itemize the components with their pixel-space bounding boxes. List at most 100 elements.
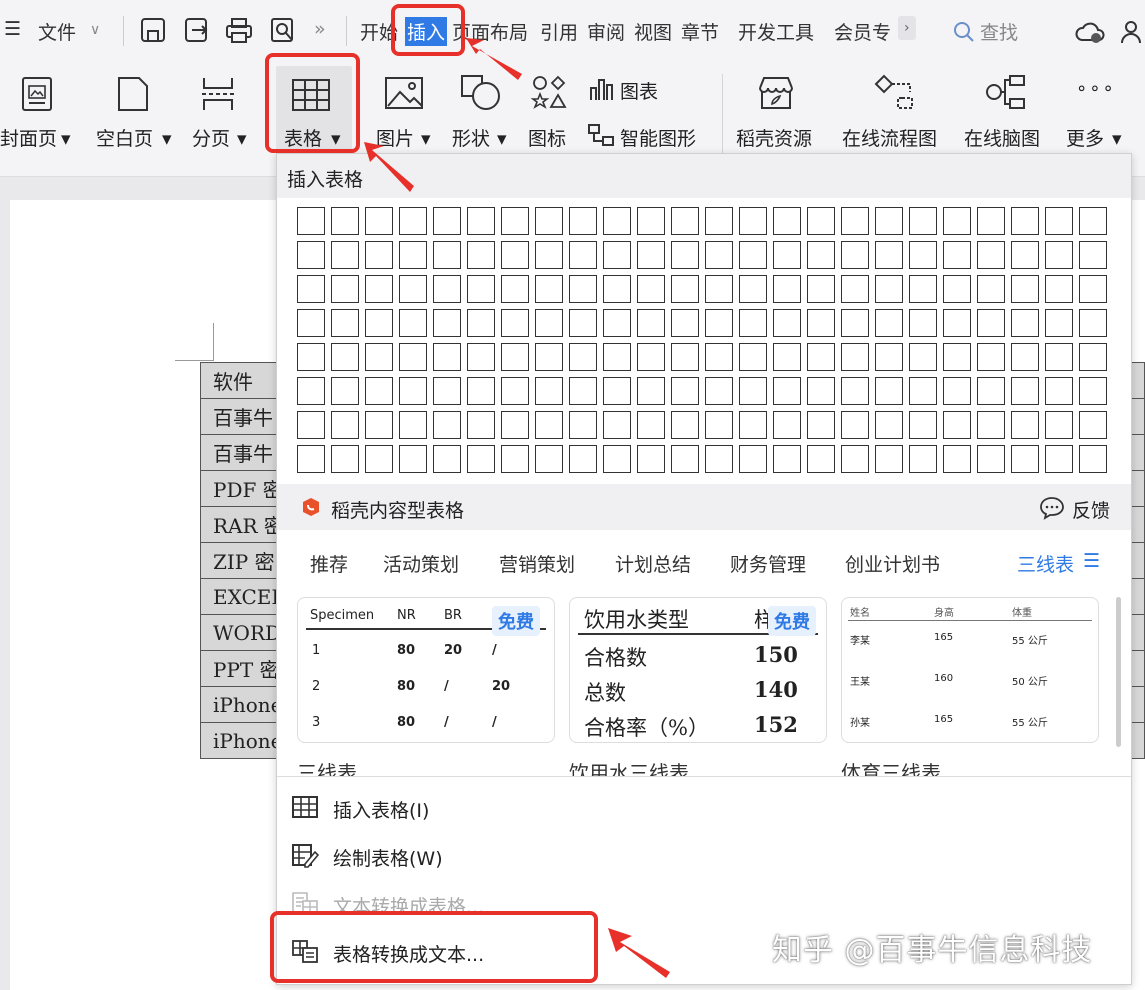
grid-cell[interactable] — [399, 411, 427, 439]
grid-cell[interactable] — [501, 275, 529, 303]
grid-cell[interactable] — [535, 275, 563, 303]
grid-cell[interactable] — [773, 445, 801, 473]
chart-button[interactable]: 图表 — [586, 74, 666, 114]
grid-cell[interactable] — [909, 309, 937, 337]
draw-table-menu-item[interactable]: 绘制表格(W) — [277, 832, 1131, 878]
cover-page-button[interactable]: 封面页 ▾ — [0, 64, 71, 164]
blank-page-button[interactable]: 空白页 ▾ — [94, 64, 174, 164]
grid-cell[interactable] — [535, 445, 563, 473]
tab-business-plan[interactable]: 创业计划书 — [845, 550, 940, 577]
shape-button[interactable]: 形状 ▾ — [450, 64, 512, 164]
grid-cell[interactable] — [705, 309, 733, 337]
grid-cell[interactable] — [773, 207, 801, 235]
grid-cell[interactable] — [297, 309, 325, 337]
grid-cell[interactable] — [501, 343, 529, 371]
grid-cell[interactable] — [773, 343, 801, 371]
grid-cell[interactable] — [1079, 241, 1107, 269]
grid-cell[interactable] — [535, 241, 563, 269]
chevron-right-icon[interactable]: › — [898, 16, 916, 40]
grid-cell[interactable] — [535, 207, 563, 235]
grid-cell[interactable] — [671, 445, 699, 473]
grid-cell[interactable] — [467, 309, 495, 337]
grid-cell[interactable] — [841, 445, 869, 473]
grid-cell[interactable] — [943, 241, 971, 269]
grid-cell[interactable] — [637, 275, 665, 303]
grid-cell[interactable] — [841, 377, 869, 405]
user-share-icon[interactable] — [1120, 18, 1145, 46]
grid-cell[interactable] — [841, 309, 869, 337]
grid-cell[interactable] — [569, 309, 597, 337]
grid-cell[interactable] — [977, 445, 1005, 473]
grid-cell[interactable] — [467, 275, 495, 303]
grid-cell[interactable] — [671, 241, 699, 269]
grid-cell[interactable] — [943, 207, 971, 235]
grid-cell[interactable] — [331, 241, 359, 269]
grid-cell[interactable] — [909, 343, 937, 371]
grid-cell[interactable] — [331, 377, 359, 405]
daoke-resources-button[interactable]: 稻壳资源 — [734, 64, 820, 164]
grid-cell[interactable] — [569, 343, 597, 371]
grid-cell[interactable] — [671, 275, 699, 303]
grid-cell[interactable] — [705, 411, 733, 439]
grid-cell[interactable] — [637, 309, 665, 337]
print-icon[interactable] — [224, 14, 254, 46]
grid-cell[interactable] — [535, 343, 563, 371]
grid-cell[interactable] — [1011, 377, 1039, 405]
grid-cell[interactable] — [773, 377, 801, 405]
grid-cell[interactable] — [399, 343, 427, 371]
tab-three-line[interactable]: 三线表 — [1017, 550, 1074, 577]
grid-cell[interactable] — [807, 309, 835, 337]
grid-cell[interactable] — [943, 411, 971, 439]
grid-cell[interactable] — [365, 207, 393, 235]
grid-cell[interactable] — [807, 207, 835, 235]
grid-cell[interactable] — [739, 411, 767, 439]
grid-cell[interactable] — [1079, 309, 1107, 337]
grid-cell[interactable] — [1011, 411, 1039, 439]
tab-member[interactable]: 会员专 — [834, 18, 891, 45]
grid-cell[interactable] — [875, 377, 903, 405]
grid-cell[interactable] — [739, 343, 767, 371]
grid-cell[interactable] — [739, 309, 767, 337]
template-card-specimen[interactable]: Specimen NR BR 免费 1 80 20 / 2 80 / 20 3 80 / / — [297, 597, 555, 743]
grid-cell[interactable] — [841, 411, 869, 439]
grid-cell[interactable] — [603, 411, 631, 439]
insert-table-menu-item[interactable]: 插入表格(I) — [277, 784, 1131, 830]
grid-cell[interactable] — [739, 207, 767, 235]
grid-cell[interactable] — [399, 445, 427, 473]
grid-cell[interactable] — [943, 275, 971, 303]
grid-cell[interactable] — [569, 207, 597, 235]
grid-cell[interactable] — [1079, 445, 1107, 473]
grid-cell[interactable] — [875, 343, 903, 371]
grid-cell[interactable] — [705, 241, 733, 269]
grid-cell[interactable] — [739, 241, 767, 269]
grid-cell[interactable] — [1045, 445, 1073, 473]
tab-finance[interactable]: 财务管理 — [730, 550, 806, 577]
grid-cell[interactable] — [977, 411, 1005, 439]
grid-cell[interactable] — [331, 343, 359, 371]
grid-cell[interactable] — [331, 275, 359, 303]
grid-cell[interactable] — [501, 377, 529, 405]
grid-cell[interactable] — [433, 275, 461, 303]
grid-cell[interactable] — [297, 377, 325, 405]
grid-cell[interactable] — [841, 343, 869, 371]
grid-cell[interactable] — [467, 207, 495, 235]
grid-cell[interactable] — [977, 207, 1005, 235]
grid-cell[interactable] — [297, 275, 325, 303]
grid-cell[interactable] — [671, 377, 699, 405]
grid-cell[interactable] — [501, 309, 529, 337]
grid-cell[interactable] — [977, 343, 1005, 371]
grid-cell[interactable] — [1045, 377, 1073, 405]
grid-cell[interactable] — [399, 207, 427, 235]
grid-cell[interactable] — [739, 445, 767, 473]
grid-cell[interactable] — [365, 411, 393, 439]
grid-cell[interactable] — [807, 445, 835, 473]
scrollbar[interactable] — [1116, 597, 1121, 747]
grid-cell[interactable] — [569, 377, 597, 405]
grid-cell[interactable] — [331, 411, 359, 439]
grid-cell[interactable] — [467, 241, 495, 269]
grid-cell[interactable] — [433, 309, 461, 337]
cloud-sync-icon[interactable] — [1074, 18, 1106, 46]
grid-cell[interactable] — [807, 411, 835, 439]
grid-cell[interactable] — [501, 411, 529, 439]
print-preview-icon[interactable] — [268, 14, 298, 46]
